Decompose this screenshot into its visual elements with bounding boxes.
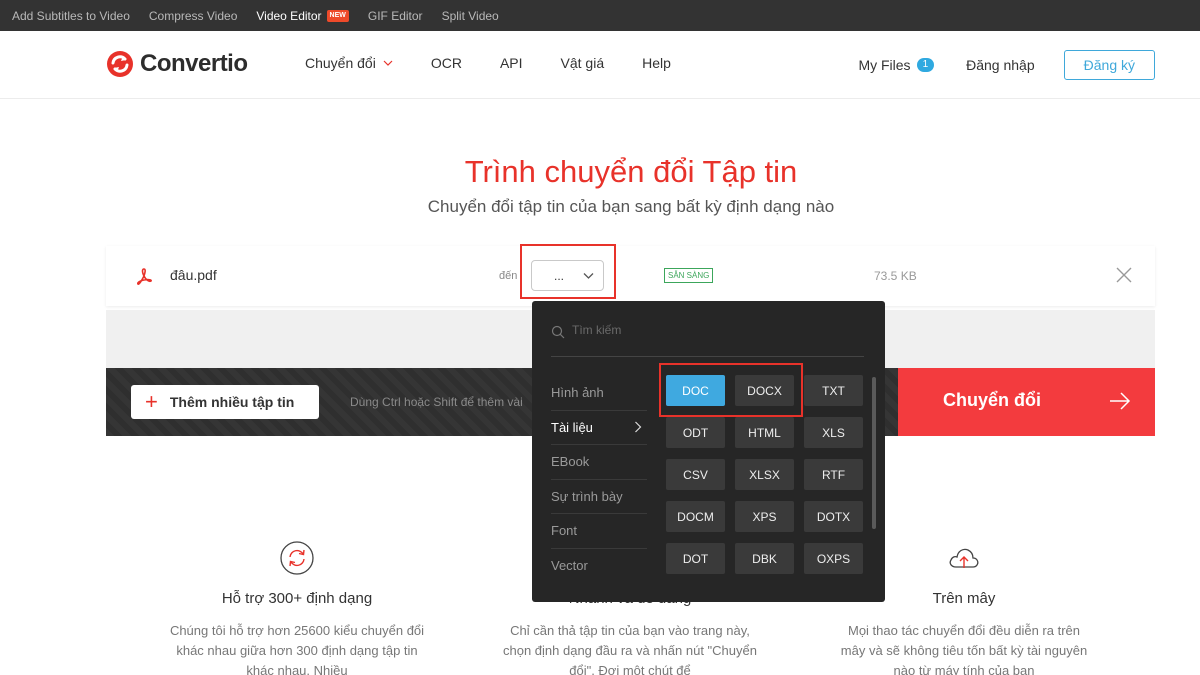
format-option-docm[interactable]: DOCM [666,501,725,532]
topbar-link-label: Video Editor [256,8,322,23]
file-name: đâu.pdf [170,267,217,283]
category-font[interactable]: Font [551,514,647,549]
convert-button-label: Chuyển đổi [943,390,1041,410]
format-option-csv[interactable]: CSV [666,459,725,490]
add-more-files-button[interactable]: + Thêm nhiều tập tin [131,385,319,419]
nav-ocr[interactable]: OCR [431,55,462,71]
category-vector[interactable]: Vector [551,549,647,584]
convert-button[interactable]: Chuyển đổi [898,368,1155,436]
format-dropdown: Hình ảnh Tài liệu EBook Sự trình bày Fon… [532,301,885,602]
top-tools-bar: Add Subtitles to Video Compress Video Vi… [0,0,1200,31]
category-presentation[interactable]: Sự trình bày [551,480,647,514]
search-icon [551,325,565,339]
plus-icon: + [145,389,158,414]
feature-description: Mọi thao tác chuyển đổi đều diễn ra trên… [840,623,1088,675]
format-option-txt[interactable]: TXT [804,375,863,406]
feature-title: Hỗ trợ 300+ định dạng [221,590,373,607]
refresh-cycle-icon [280,541,314,575]
convertio-logo-icon [107,51,133,77]
brand-logo[interactable]: Convertio [106,50,248,78]
account-nav: My Files 1 Đăng nhập Đăng ký [858,50,1155,80]
nav-convert-label: Chuyển đổi [305,55,376,71]
format-option-dbk[interactable]: DBK [735,543,794,574]
format-option-xlsx[interactable]: XLSX [735,459,794,490]
format-categories: Hình ảnh Tài liệu EBook Sự trình bày Fon… [551,376,647,583]
new-badge: NEW [326,9,349,22]
my-files-label: My Files [858,57,911,73]
file-size: 73.5 KB [874,269,917,283]
category-image[interactable]: Hình ảnh [551,376,647,411]
topbar-link-add-subtitles[interactable]: Add Subtitles to Video [12,9,130,23]
format-option-dotx[interactable]: DOTX [804,501,863,532]
format-option-oxps[interactable]: OXPS [804,543,863,574]
format-option-odt[interactable]: ODT [666,417,725,448]
feature-description: Chỉ cần thả tập tin của bạn vào trang nà… [503,623,757,675]
chevron-down-icon [383,60,393,66]
format-option-rtf[interactable]: RTF [804,459,863,490]
format-option-dot[interactable]: DOT [666,543,725,574]
category-label: Sự trình bày [551,488,623,504]
page-subtitle: Chuyển đổi tập tin của bạn sang bất kỳ đ… [427,197,835,216]
format-search-input[interactable] [572,323,852,337]
annotation-highlight-formats [659,363,803,417]
close-icon[interactable] [1116,267,1132,283]
signup-button[interactable]: Đăng ký [1063,50,1155,80]
feature-formats: Hỗ trợ 300+ định dạng Chúng tôi hỗ trợ h… [167,540,427,675]
format-option-html[interactable]: HTML [735,417,794,448]
feature-description: Chúng tôi hỗ trợ hơn 25600 kiểu chuyển đ… [169,623,425,675]
main-nav: Chuyển đổi OCR API Vật giá Help [305,55,671,71]
category-document[interactable]: Tài liệu [551,411,647,445]
annotation-highlight-select [520,244,616,299]
dropdown-scrollbar[interactable] [872,377,876,529]
format-search [551,323,864,357]
brand-name: Convertio [140,50,248,77]
status-badge: SẴN SÀNG [664,268,714,283]
file-row: đâu.pdf đến ... SẴN SÀNG 73.5 KB [106,246,1155,306]
category-label: Hình ảnh [551,385,604,401]
category-label: Tài liệu [551,419,593,435]
chevron-right-icon [635,421,642,433]
category-label: Vector [551,558,588,574]
page-title: Trình chuyển đổi Tập tin [464,154,798,189]
format-option-xls[interactable]: XLS [804,417,863,448]
cloud-upload-icon [949,548,979,568]
nav-help[interactable]: Help [642,55,671,71]
topbar-link-split-video[interactable]: Split Video [442,9,499,23]
category-ebook[interactable]: EBook [551,445,647,480]
login-link[interactable]: Đăng nhập [966,57,1035,73]
format-option-xps[interactable]: XPS [735,501,794,532]
arrow-right-icon [1110,392,1131,410]
topbar-link-compress-video[interactable]: Compress Video [149,9,238,23]
category-label: EBook [551,454,590,470]
topbar-link-gif-editor[interactable]: GIF Editor [368,9,423,23]
nav-api[interactable]: API [500,55,523,71]
nav-pricing[interactable]: Vật giá [561,55,605,71]
my-files-count-badge: 1 [916,58,935,72]
to-label: đến [499,270,518,282]
nav-convert[interactable]: Chuyển đổi [305,55,393,71]
add-more-files-label: Thêm nhiều tập tin [169,394,295,410]
site-header: Convertio Chuyển đổi OCR API Vật giá Hel… [0,31,1200,99]
category-label: Font [551,523,578,539]
topbar-link-video-editor[interactable]: Video Editor NEW [256,9,349,23]
my-files-link[interactable]: My Files 1 [858,57,935,73]
pdf-file-icon [136,268,152,285]
multi-select-hint: Dùng Ctrl hoặc Shift để thêm vài [350,395,523,409]
